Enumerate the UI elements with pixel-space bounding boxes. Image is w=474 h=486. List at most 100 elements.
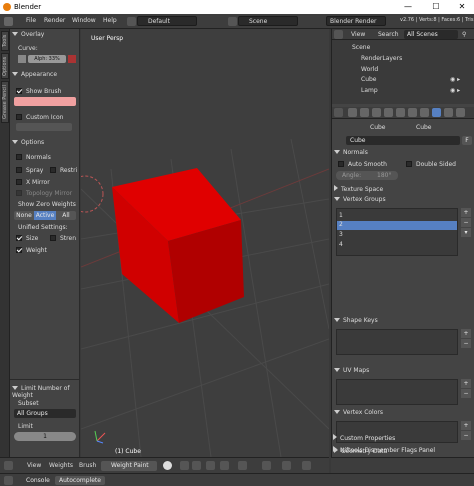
material-tab-icon[interactable] [444, 108, 453, 117]
restrict-checkbox[interactable] [50, 167, 56, 173]
pen-icon[interactable] [68, 55, 76, 63]
show-brush-checkbox[interactable] [16, 88, 22, 94]
outliner-filter-dropdown[interactable]: All Scenes [404, 30, 458, 39]
overlay-header[interactable]: Overlay [12, 31, 44, 41]
auto-smooth-checkbox[interactable] [338, 161, 344, 167]
outliner-item-lamp[interactable]: Lamp [361, 87, 378, 94]
tab-options[interactable]: Options [1, 53, 9, 79]
manipulator-icon[interactable] [192, 461, 201, 470]
cube-mesh[interactable] [112, 168, 244, 323]
options-header[interactable]: Options [12, 139, 44, 149]
normals-panel-header[interactable]: Normals [334, 149, 472, 158]
cube-visibility-icon[interactable]: ◉ ▸ [450, 76, 460, 83]
layout-selector[interactable]: Default [137, 16, 197, 26]
custom-icon-path[interactable] [16, 123, 72, 131]
minimize-button[interactable]: — [398, 1, 418, 13]
brush-color-swatch[interactable] [14, 97, 76, 106]
texture-space-panel-header[interactable]: Texture Space [334, 185, 472, 194]
vertex-group-item-selected[interactable]: 2 [337, 221, 457, 230]
fake-user-button[interactable]: F [462, 136, 472, 145]
lamp-visibility-icon[interactable]: ◉ ▸ [450, 87, 460, 94]
outliner-item-world[interactable]: World [361, 66, 378, 73]
remove-shape-key-button[interactable]: − [461, 339, 471, 348]
menu-window[interactable]: Window [72, 17, 96, 24]
custom-properties-panel-header[interactable]: Custom Properties [333, 434, 471, 443]
close-button[interactable]: ✕ [452, 1, 472, 13]
appearance-header[interactable]: Appearance [12, 71, 57, 81]
shape-keys-panel-header[interactable]: Shape Keys [334, 317, 472, 326]
maximize-button[interactable]: ☐ [426, 1, 446, 13]
render-preview-icon[interactable] [238, 461, 247, 470]
vertex-group-item[interactable]: 4 [339, 241, 343, 248]
menu-file[interactable]: File [26, 17, 36, 24]
menu-help[interactable]: Help [103, 17, 117, 24]
properties-editor-icon[interactable] [334, 108, 343, 117]
outliner-search-icon[interactable]: ⚲ [462, 31, 466, 38]
outliner-search-menu[interactable]: Search [378, 31, 399, 38]
mask-icon[interactable] [220, 461, 229, 470]
angle-field[interactable]: Angle: 180° [336, 171, 398, 180]
pivot-icon[interactable] [180, 461, 189, 470]
vertex-groups-list[interactable]: 1 2 3 4 [336, 208, 458, 256]
tab-tools[interactable]: Tools [1, 31, 9, 51]
mesh-name-field[interactable]: Cube [346, 136, 460, 145]
vertex-group-specials-button[interactable]: ▾ [461, 228, 471, 237]
menu-render[interactable]: Render [44, 17, 65, 24]
layers-tab-icon[interactable] [360, 108, 369, 117]
mode-selector[interactable]: Weight Paint [101, 461, 157, 471]
viewport-view-menu[interactable]: View [27, 462, 41, 469]
alpha-slider[interactable]: Alph: 33% [28, 55, 66, 63]
subset-dropdown[interactable]: All Groups [14, 409, 76, 418]
camera-icon[interactable] [302, 461, 311, 470]
snap-icon[interactable] [262, 461, 271, 470]
scene-selector[interactable]: Scene [238, 16, 298, 26]
limit-field[interactable]: 1 [14, 432, 76, 441]
remove-vertex-group-button[interactable]: − [461, 218, 471, 227]
limit-weights-header[interactable]: Limit Number of Weight [12, 385, 79, 399]
normals-checkbox[interactable] [16, 154, 22, 160]
viewport-editor-icon[interactable] [4, 461, 13, 470]
outliner-item-cube[interactable]: Cube [361, 76, 377, 83]
shape-keys-list[interactable] [336, 329, 458, 355]
x-mirror-checkbox[interactable] [16, 179, 22, 185]
outliner-editor-icon[interactable] [334, 30, 343, 39]
curve-swatch[interactable] [18, 55, 26, 63]
vertex-group-item[interactable]: 3 [339, 231, 343, 238]
uv-maps-panel-header[interactable]: UV Maps [334, 367, 472, 376]
outliner-item-renderlayers[interactable]: RenderLayers [361, 55, 402, 62]
console-tab[interactable]: Console [22, 476, 54, 485]
scene-icon[interactable] [228, 17, 237, 26]
autocomplete-tab[interactable]: Autocomplete [55, 476, 105, 485]
add-vertex-group-button[interactable]: + [461, 208, 471, 217]
unified-size-checkbox[interactable] [16, 235, 22, 241]
unified-weight-checkbox[interactable] [16, 247, 22, 253]
modifiers-tab-icon[interactable] [420, 108, 429, 117]
add-vertex-color-button[interactable]: + [461, 421, 471, 430]
texture-tab-icon[interactable] [456, 108, 465, 117]
outliner-view-menu[interactable]: View [351, 31, 365, 38]
zero-weights-active[interactable]: Active [34, 211, 56, 220]
world-tab-icon[interactable] [384, 108, 393, 117]
render-engine-selector[interactable]: Blender Render [326, 16, 386, 26]
constraints-tab-icon[interactable] [408, 108, 417, 117]
shading-icon[interactable] [163, 461, 172, 470]
layer-icon[interactable] [206, 461, 215, 470]
topology-mirror-checkbox[interactable] [16, 190, 22, 196]
console-editor-icon[interactable] [4, 476, 13, 485]
double-sided-checkbox[interactable] [406, 161, 412, 167]
viewport-brush-menu[interactable]: Brush [79, 462, 96, 469]
add-shape-key-button[interactable]: + [461, 329, 471, 338]
editor-type-icon[interactable] [4, 17, 13, 26]
niftools-panel-header[interactable]: Niftools Dismember Flags Panel [333, 446, 471, 455]
unified-strength-checkbox[interactable] [50, 235, 56, 241]
render-tab-icon[interactable] [348, 108, 357, 117]
add-uv-map-button[interactable]: + [461, 379, 471, 388]
viewport-weights-menu[interactable]: Weights [49, 462, 73, 469]
layout-icon[interactable] [127, 17, 136, 26]
vertex-group-item[interactable]: 1 [339, 212, 457, 219]
3d-viewport[interactable]: User Persp (1) Cube [81, 29, 329, 457]
tab-grease-pencil[interactable]: Grease Pencil [1, 81, 9, 123]
spray-checkbox[interactable] [16, 167, 22, 173]
vertex-colors-panel-header[interactable]: Vertex Colors [334, 409, 472, 418]
object-tab-icon[interactable] [396, 108, 405, 117]
